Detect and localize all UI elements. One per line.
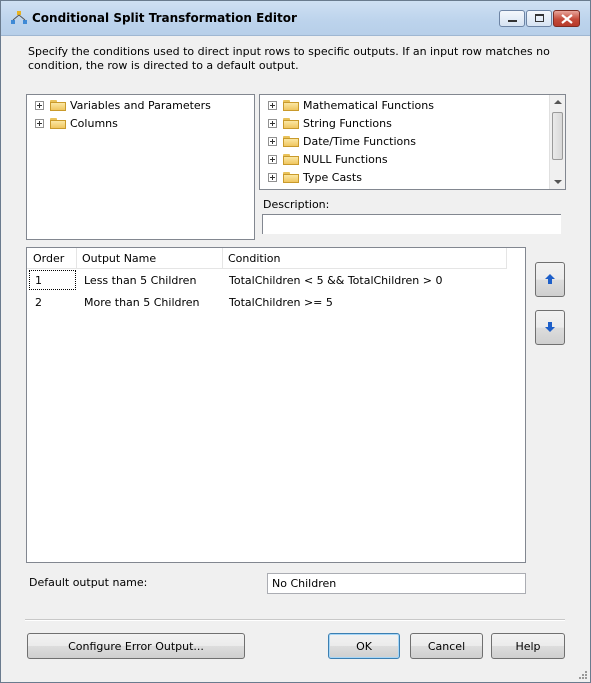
- folder-icon: [283, 135, 299, 147]
- cancel-button[interactable]: Cancel: [410, 633, 483, 659]
- tree-item-null[interactable]: NULL Functions: [268, 151, 388, 167]
- grid-header: Order Output Name Condition: [27, 248, 507, 269]
- close-button[interactable]: [553, 10, 580, 27]
- maximize-button[interactable]: [526, 10, 552, 27]
- maximize-icon: [535, 14, 544, 22]
- scroll-thumb[interactable]: [552, 112, 563, 160]
- tree-item-mathematical[interactable]: Mathematical Functions: [268, 97, 434, 113]
- divider: [25, 619, 565, 621]
- default-output-input[interactable]: No Children: [267, 573, 526, 594]
- folder-icon: [283, 171, 299, 183]
- configure-error-output-button[interactable]: Configure Error Output...: [27, 633, 245, 659]
- cell-output-name[interactable]: Less than 5 Children: [84, 274, 196, 287]
- arrow-down-icon: [545, 322, 555, 332]
- ssis-transform-icon: [11, 11, 27, 24]
- scroll-up-icon[interactable]: [554, 100, 562, 104]
- help-button[interactable]: Help: [491, 633, 565, 659]
- expand-icon[interactable]: [35, 100, 44, 110]
- tree-item-datetime[interactable]: Date/Time Functions: [268, 133, 416, 149]
- expand-icon[interactable]: [268, 118, 277, 128]
- description-label: Description:: [263, 198, 330, 211]
- folder-icon: [283, 153, 299, 165]
- minimize-icon: [508, 20, 517, 22]
- column-header-condition[interactable]: Condition: [228, 252, 281, 265]
- scroll-down-icon[interactable]: [554, 180, 562, 184]
- folder-icon: [283, 99, 299, 111]
- title-bar[interactable]: Conditional Split Transformation Editor: [1, 1, 590, 36]
- cell-order[interactable]: 2: [35, 296, 42, 309]
- window-title: Conditional Split Transformation Editor: [32, 11, 297, 25]
- functions-scrollbar[interactable]: [549, 95, 565, 189]
- tree-item-string[interactable]: String Functions: [268, 115, 392, 131]
- resize-grip-icon[interactable]: [577, 669, 587, 679]
- description-box: [262, 214, 561, 234]
- tree-item-label: Variables and Parameters: [70, 98, 211, 112]
- variables-columns-tree[interactable]: Variables and Parameters Columns: [26, 94, 255, 240]
- folder-icon: [50, 117, 66, 129]
- close-icon: [561, 14, 573, 24]
- expand-icon[interactable]: [35, 118, 44, 128]
- tree-item-typecasts[interactable]: Type Casts: [268, 169, 362, 185]
- move-up-button[interactable]: [535, 262, 565, 297]
- tree-item-label: Columns: [70, 116, 118, 130]
- dialog-window: Conditional Split Transformation Editor …: [0, 0, 591, 683]
- expand-icon[interactable]: [268, 154, 277, 164]
- folder-icon: [283, 117, 299, 129]
- folder-icon: [50, 99, 66, 111]
- cell-output-name[interactable]: More than 5 Children: [84, 296, 200, 309]
- arrow-up-icon: [545, 274, 555, 284]
- cell-order[interactable]: 1: [35, 274, 42, 287]
- tree-item-label: Date/Time Functions: [303, 134, 416, 148]
- expand-icon[interactable]: [268, 136, 277, 146]
- conditions-grid[interactable]: Order Output Name Condition 1 Less than …: [26, 247, 526, 563]
- column-header-order[interactable]: Order: [33, 252, 64, 265]
- tree-item-label: String Functions: [303, 116, 392, 130]
- tree-item-label: NULL Functions: [303, 152, 388, 166]
- expand-icon[interactable]: [268, 172, 277, 182]
- expand-icon[interactable]: [268, 100, 277, 110]
- tree-item-label: Mathematical Functions: [303, 98, 434, 112]
- move-down-button[interactable]: [535, 310, 565, 345]
- dialog-content: Specify the conditions used to direct in…: [1, 36, 590, 682]
- minimize-button[interactable]: [499, 10, 525, 27]
- tree-item-variables[interactable]: Variables and Parameters: [35, 97, 211, 113]
- default-output-label: Default output name:: [29, 576, 148, 589]
- cell-condition[interactable]: TotalChildren < 5 && TotalChildren > 0: [229, 274, 442, 287]
- tree-item-columns[interactable]: Columns: [35, 115, 118, 131]
- tree-item-label: Type Casts: [303, 170, 362, 184]
- functions-tree[interactable]: Mathematical Functions String Functions …: [259, 94, 566, 190]
- column-header-output-name[interactable]: Output Name: [82, 252, 156, 265]
- instructions-text: Specify the conditions used to direct in…: [28, 45, 550, 72]
- cell-condition[interactable]: TotalChildren >= 5: [229, 296, 333, 309]
- ok-button[interactable]: OK: [328, 633, 400, 659]
